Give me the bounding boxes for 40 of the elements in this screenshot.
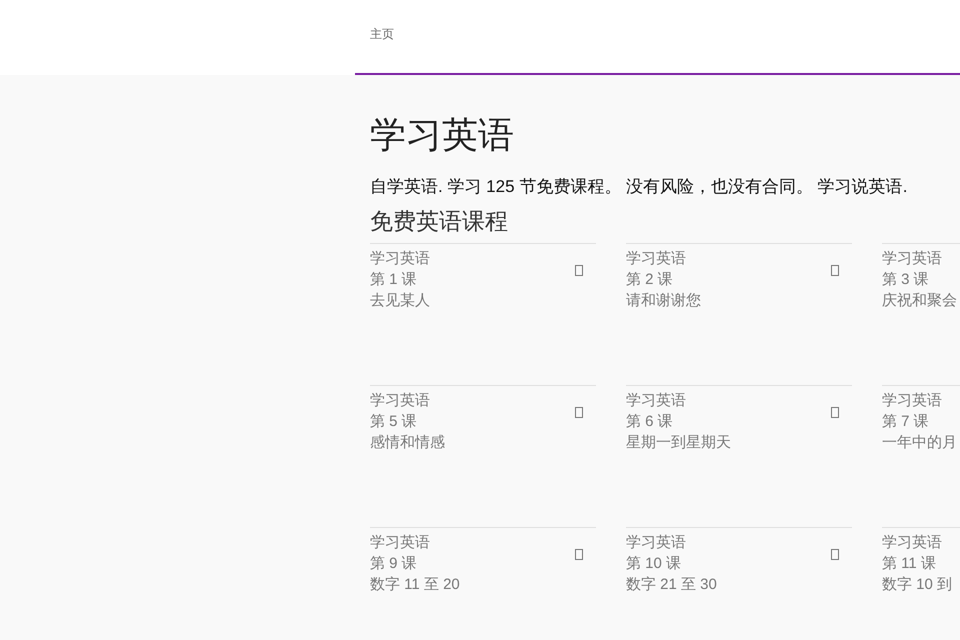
- lesson-card[interactable]: 学习英语 第 9 课 数字 11 至 20: [370, 527, 596, 595]
- lesson-card[interactable]: 学习英语 第 11 课 数字 10 到: [882, 527, 960, 595]
- nav-link[interactable]: 主页: [370, 25, 394, 43]
- lesson-number: 第 11 课: [882, 554, 937, 574]
- course-name: 学习英语: [882, 533, 943, 553]
- lesson-card[interactable]: 学习英语 第 5 课 感情和情感: [370, 385, 596, 453]
- lesson-topic: 庆祝和聚会: [882, 291, 957, 311]
- lesson-topic: 感情和情感: [370, 433, 445, 453]
- course-name: 学习英语: [882, 249, 943, 269]
- course-name: 学习英语: [370, 249, 430, 269]
- lesson-topic: 数字 21 至 30: [626, 575, 717, 595]
- lesson-topic: 数字 11 至 20: [370, 575, 460, 595]
- lesson-number: 第 1 课: [370, 270, 418, 290]
- page-title: 学习英语: [370, 113, 515, 157]
- lesson-topic: 一年中的月: [882, 433, 957, 453]
- course-name: 学习英语: [626, 249, 687, 269]
- lesson-card[interactable]: 学习英语 第 3 课 庆祝和聚会: [882, 243, 960, 311]
- lesson-number: 第 7 课: [882, 412, 930, 432]
- lesson-card[interactable]: 学习英语 第 2 课 请和谢谢您: [626, 243, 852, 311]
- lesson-topic: 数字 10 到: [882, 575, 952, 595]
- course-name: 学习英语: [370, 533, 431, 553]
- lesson-card[interactable]: 学习英语 第 7 课 一年中的月: [882, 385, 960, 453]
- course-name: 学习英语: [626, 391, 687, 411]
- lesson-card[interactable]: 学习英语 第 6 课 星期一到星期天: [626, 385, 852, 453]
- lesson-topic: 请和谢谢您: [626, 291, 701, 311]
- lesson-topic: 去见某人: [370, 291, 430, 311]
- lesson-number: 第 10 课: [626, 554, 682, 574]
- lesson-topic: 星期一到星期天: [626, 433, 731, 453]
- lesson-number: 第 2 课: [626, 270, 674, 290]
- course-name: 学习英语: [370, 391, 431, 411]
- course-name: 学习英语: [626, 533, 687, 553]
- lesson-number: 第 9 课: [370, 554, 418, 574]
- course-name: 学习英语: [882, 391, 943, 411]
- lesson-card[interactable]: 学习英语 第 1 课 去见某人: [370, 243, 596, 311]
- lesson-card[interactable]: 学习英语 第 10 课 数字 21 至 30: [626, 527, 852, 595]
- lesson-number: 第 5 课: [370, 412, 418, 432]
- intro-text: 自学英语. 学习 125 节免费课程。 没有风险，也没有合同。 学习说英语.: [370, 176, 908, 198]
- lesson-number: 第 6 课: [626, 412, 674, 432]
- section-title: 免费英语课程: [370, 207, 509, 236]
- lesson-number: 第 3 课: [882, 270, 930, 290]
